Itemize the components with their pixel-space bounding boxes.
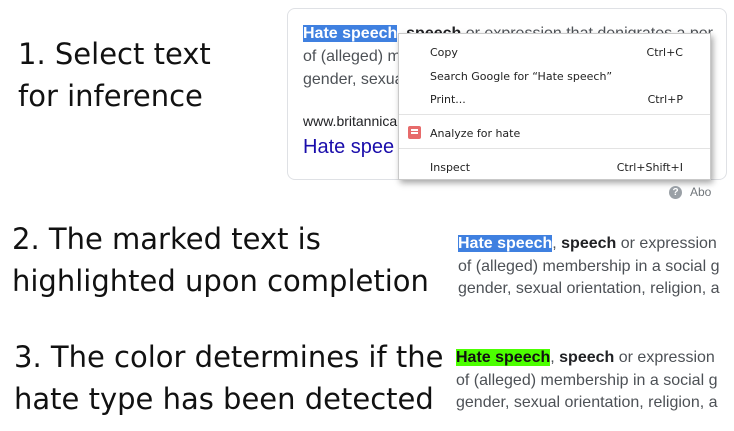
step2-snippet: Hate speech, speech or expression of (al… [458, 233, 723, 301]
step1-line1: 1. Select text [18, 37, 211, 71]
selected-text[interactable]: Hate speech [303, 25, 398, 42]
step3-line1: 3. The color determines if the [14, 340, 444, 374]
menu-item-label: Analyze for hate [430, 127, 521, 140]
menu-separator [399, 148, 710, 149]
snippet-line1-rest: or expression [614, 349, 715, 366]
menu-item-search-google[interactable]: Search Google for “Hate speech” [399, 65, 710, 87]
snippet-comma: , [552, 235, 562, 252]
snippet-line2: of (alleged) m [303, 48, 401, 65]
context-menu: Copy Ctrl+C Search Google for “Hate spee… [398, 33, 711, 180]
result-title-link[interactable]: Hate spee [303, 136, 394, 159]
help-icon[interactable]: ? [669, 186, 682, 199]
menu-item-shortcut: Ctrl+P [647, 93, 683, 106]
snippet-line1: Hate speech, speech or expression [456, 347, 721, 370]
snippet-comma: , [550, 349, 560, 366]
snippet-bold-word: speech [559, 349, 615, 366]
step3-caption: 3. The color determines if the hate type… [14, 336, 443, 420]
step1-caption: 1. Select text for inference [18, 33, 211, 117]
snippet-line1: Hate speech, speech or expression [458, 233, 723, 256]
menu-item-print[interactable]: Print... Ctrl+P [399, 88, 710, 110]
step1-line2: for inference [18, 79, 203, 113]
snippet-bold-word: speech [561, 235, 617, 252]
menu-item-label: Copy [430, 46, 458, 59]
step2-line1: 2. The marked text is [12, 222, 321, 256]
menu-item-analyze-for-hate[interactable]: Analyze for hate [399, 122, 710, 144]
snippet-line1-rest: or expression [616, 235, 717, 252]
menu-item-label: Print... [430, 93, 466, 106]
menu-item-shortcut: Ctrl+C [646, 46, 683, 59]
menu-separator [399, 114, 710, 115]
menu-item-shortcut: Ctrl+Shift+I [616, 161, 683, 174]
highlighted-text-green: Hate speech [456, 349, 551, 366]
step2-line2: highlighted upon completion [12, 264, 429, 298]
about-link[interactable]: Abo [690, 185, 711, 199]
step3-snippet: Hate speech, speech or expression of (al… [456, 347, 721, 415]
highlighted-text-blue: Hate speech [458, 235, 553, 252]
menu-item-label: Search Google for “Hate speech” [430, 70, 613, 83]
menu-item-copy[interactable]: Copy Ctrl+C [399, 41, 710, 63]
snippet-line3: gender, sexual [303, 71, 408, 88]
snippet-line3: gender, sexual orientation, religion, a [456, 394, 718, 411]
step2-caption: 2. The marked text is highlighted upon c… [12, 218, 429, 302]
step3-line2: hate type has been detected [14, 382, 434, 416]
menu-item-label: Inspect [430, 161, 471, 174]
snippet-line2: of (alleged) membership in a social g [456, 371, 718, 389]
snippet-line3: gender, sexual orientation, religion, a [458, 280, 720, 297]
extension-icon [408, 126, 421, 139]
menu-item-inspect[interactable]: Inspect Ctrl+Shift+I [399, 156, 710, 178]
snippet-line2: of (alleged) membership in a social g [458, 257, 720, 275]
result-url[interactable]: www.britannica [303, 113, 397, 129]
